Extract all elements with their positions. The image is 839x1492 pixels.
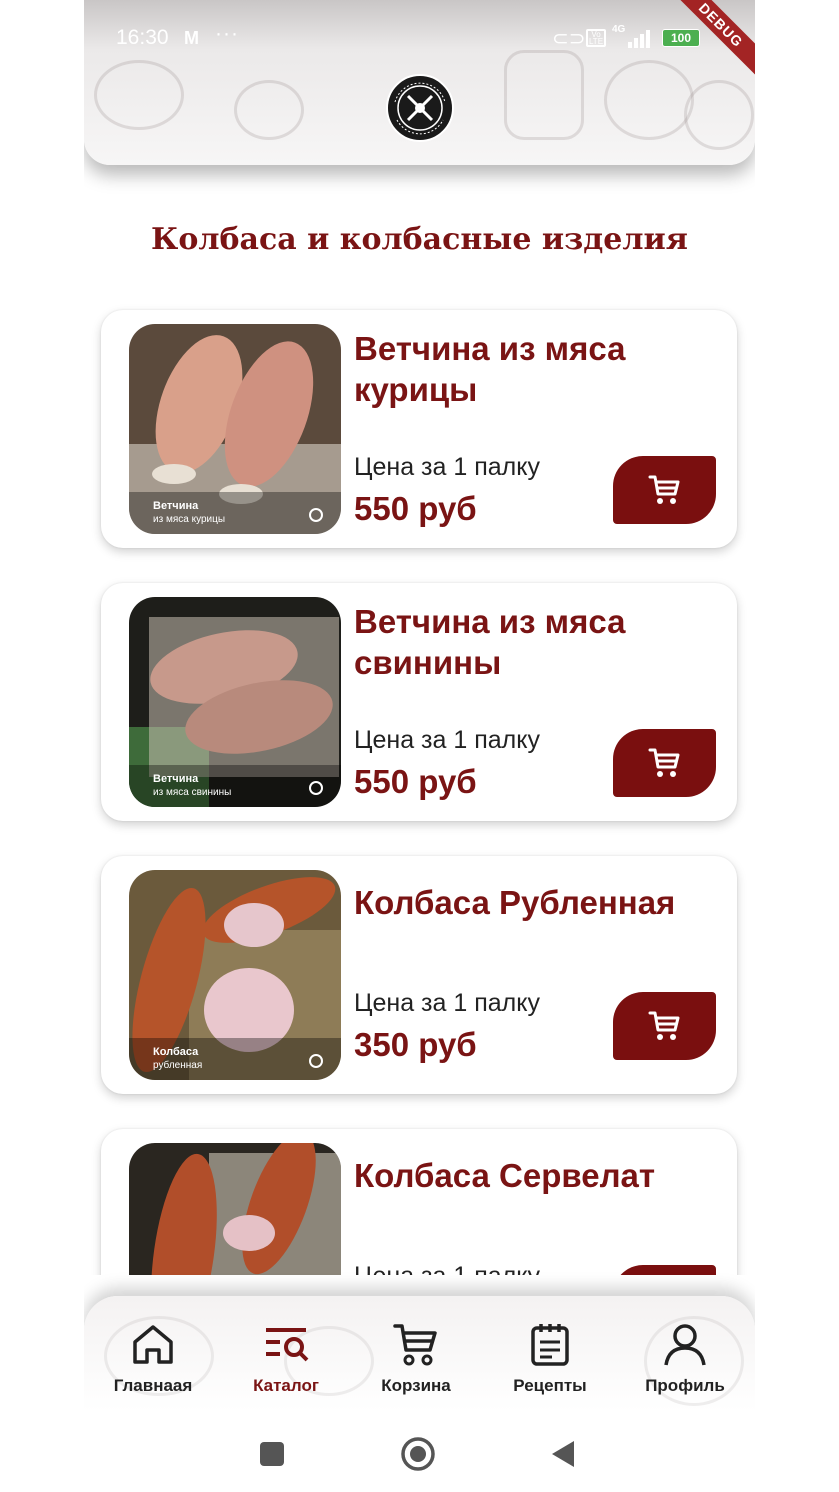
gmail-icon: M — [184, 28, 199, 48]
status-bar: 16:30 M ··· ⊂⊃ Vo LTE 4G 100 — [84, 22, 755, 56]
nav-label-home: Главнаая — [113, 1376, 193, 1395]
profile-icon — [664, 1324, 706, 1366]
volte-icon: Vo LTE — [586, 29, 606, 47]
back-triangle-icon — [552, 1441, 574, 1467]
product-card[interactable]: Ветчина из мяса курицы Ветчина из мяса к… — [101, 310, 737, 548]
price-label: Цена за 1 палку — [354, 453, 540, 481]
price-value: 550 руб — [354, 490, 477, 527]
home-button[interactable] — [400, 1436, 436, 1472]
back-button[interactable] — [546, 1436, 582, 1472]
header-doodle — [234, 80, 304, 140]
product-list[interactable]: Ветчина из мяса курицы Ветчина из мяса к… — [84, 300, 755, 1275]
product-name[interactable]: Ветчина из мяса свинины — [354, 601, 714, 683]
price-label: Цена за 1 палку — [354, 989, 540, 1017]
square-icon — [260, 1442, 284, 1466]
link-icon: ⊂⊃ — [552, 28, 586, 50]
brand-mark-icon — [309, 1054, 323, 1068]
recipes-icon — [531, 1324, 569, 1366]
nav-item-cart[interactable]: Корзина — [351, 1320, 481, 1410]
cart-icon — [648, 475, 680, 504]
header-doodle — [604, 60, 694, 140]
cart-icon — [393, 1324, 437, 1366]
nav-label-cart: Корзина — [381, 1376, 451, 1395]
nav-item-catalog[interactable]: Каталог — [221, 1320, 351, 1410]
header-doodle — [94, 60, 184, 130]
app-screen: 16:30 M ··· ⊂⊃ Vo LTE 4G 100 DEBUG Колба… — [84, 0, 755, 1492]
nav-item-profile[interactable]: Профиль — [620, 1320, 750, 1410]
page-title: Колбаса и колбасные изделия — [151, 222, 688, 257]
product-name[interactable]: Колбаса Рубленная — [354, 882, 714, 923]
image-caption: Колбаса рубленная — [153, 1046, 203, 1071]
image-caption: Ветчина из мяса свинины — [153, 773, 232, 798]
recents-button[interactable] — [254, 1436, 290, 1472]
header-doodle — [684, 80, 754, 150]
nav-item-recipes[interactable]: Рецепты — [485, 1320, 615, 1410]
nav-label-catalog: Каталог — [253, 1376, 319, 1395]
cart-icon — [648, 1011, 680, 1040]
battery-icon: 100 — [662, 29, 700, 47]
product-card[interactable]: Ветчина из мяса свинины Ветчина из мяса … — [101, 583, 737, 821]
cart-icon — [648, 748, 680, 777]
add-to-cart-button[interactable] — [613, 992, 716, 1060]
add-to-cart-button[interactable] — [613, 1265, 716, 1275]
add-to-cart-button[interactable] — [613, 456, 716, 524]
product-name[interactable]: Ветчина из мяса курицы — [354, 328, 714, 410]
nav-label-recipes: Рецепты — [513, 1376, 587, 1395]
signal-icon: 4G — [612, 24, 650, 48]
more-dots-icon: ··· — [215, 22, 239, 45]
nav-item-home[interactable]: Главнаая — [88, 1320, 218, 1410]
status-icons: ⊂⊃ Vo LTE 4G 100 — [552, 24, 712, 52]
price-label: Цена за 1 палку — [354, 726, 540, 754]
brand-mark-icon — [309, 781, 323, 795]
system-navigation-bar — [84, 1412, 755, 1492]
product-name[interactable]: Колбаса Сервелат — [354, 1155, 714, 1196]
add-to-cart-button[interactable] — [613, 729, 716, 797]
product-card[interactable]: Колбаса рубленная Колбаса Рубленная Цена… — [101, 856, 737, 1094]
product-image[interactable]: Ветчина из мяса свинины — [129, 597, 341, 807]
product-image[interactable] — [129, 1143, 341, 1275]
brand-mark-icon — [309, 508, 323, 522]
header-doodle — [504, 50, 584, 140]
price-value: 550 руб — [354, 763, 477, 800]
brand-logo[interactable] — [381, 72, 459, 144]
app-header: 16:30 M ··· ⊂⊃ Vo LTE 4G 100 DEBUG — [84, 0, 755, 165]
price-label: Цена за 1 палку — [354, 1262, 540, 1275]
home-icon — [133, 1325, 173, 1364]
network-type: 4G — [612, 24, 626, 35]
status-time: 16:30 — [116, 26, 169, 49]
image-caption: Ветчина из мяса курицы — [153, 500, 226, 525]
product-image[interactable]: Ветчина из мяса курицы — [129, 324, 341, 534]
price-value: 350 руб — [354, 1026, 477, 1063]
bottom-navigation: Главнаая Каталог Корзина Рецепты Профиль — [84, 1296, 755, 1412]
circle-icon — [401, 1437, 435, 1471]
product-image[interactable]: Колбаса рубленная — [129, 870, 341, 1080]
catalog-search-icon — [266, 1328, 309, 1362]
nav-label-profile: Профиль — [645, 1376, 725, 1395]
product-card[interactable]: Колбаса Сервелат Цена за 1 палку — [101, 1129, 737, 1275]
